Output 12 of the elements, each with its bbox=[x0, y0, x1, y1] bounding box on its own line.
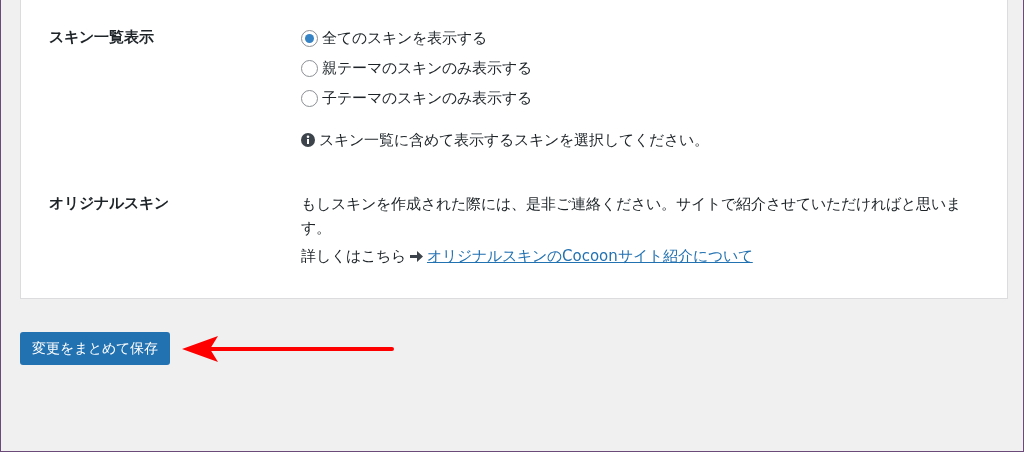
setting-label: スキン一覧表示 bbox=[49, 27, 155, 48]
radio-label: 全てのスキンを表示する bbox=[322, 28, 487, 49]
setting-label: オリジナルスキン bbox=[49, 193, 170, 214]
radio-label: 子テーマのスキンのみ表示する bbox=[322, 88, 532, 109]
radio-label: 親テーマのスキンのみ表示する bbox=[322, 58, 532, 79]
save-button[interactable]: 変更をまとめて保存 bbox=[20, 332, 170, 365]
link-prefix: 詳しくはこちら bbox=[301, 246, 406, 267]
arrow-icon bbox=[410, 249, 423, 263]
link[interactable]: オリジナルスキンのCocoonサイト紹介について bbox=[427, 244, 753, 268]
description-text: もしスキンを作成された際には、是非ご連絡ください。サイトで紹介させていただければと思います。 bbox=[301, 194, 961, 239]
info-icon bbox=[301, 133, 315, 147]
help-text: スキン一覧に含めて表示するスキンを選択してください。 bbox=[319, 130, 709, 151]
